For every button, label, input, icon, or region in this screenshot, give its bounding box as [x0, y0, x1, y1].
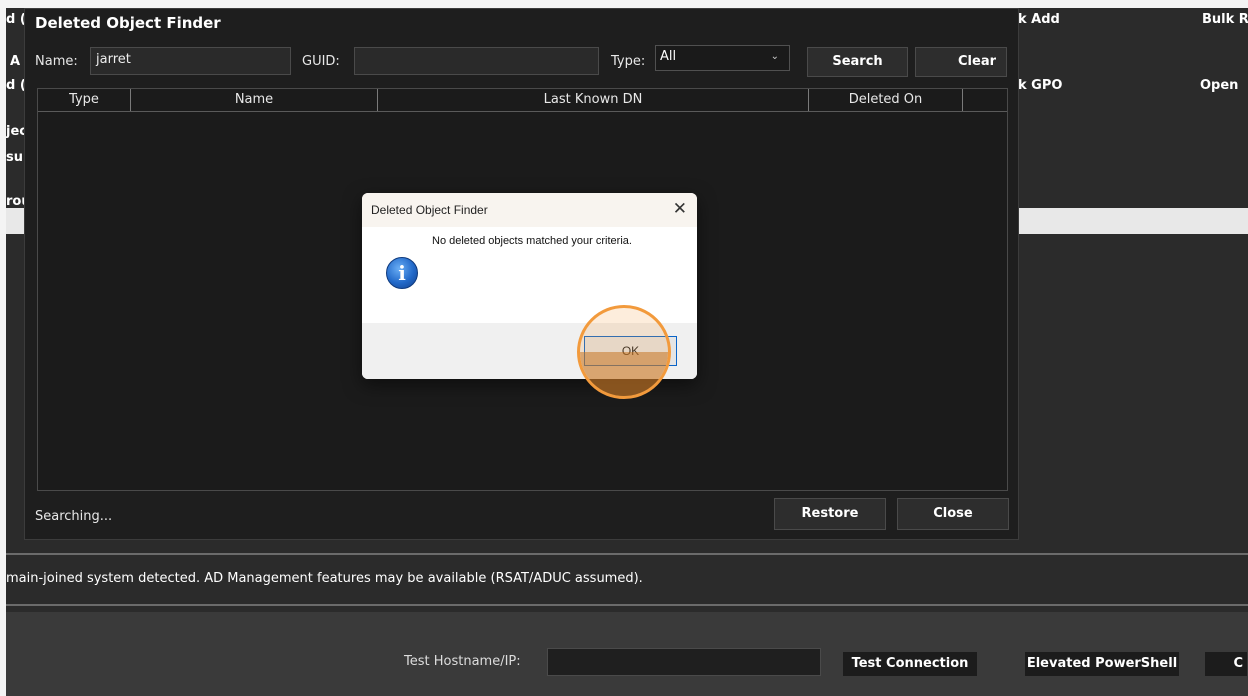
message-text: No deleted objects matched your criteria… — [432, 235, 632, 247]
close-icon[interactable]: ✕ — [673, 199, 687, 219]
bg-panel-left — [6, 208, 26, 234]
message-box-title: Deleted Object Finder — [362, 193, 697, 227]
chevron-down-icon: ⌄ — [770, 51, 779, 62]
open-label[interactable]: Open — [1200, 78, 1238, 93]
dialog-title: Deleted Object Finder — [35, 14, 221, 32]
search-button[interactable]: Search — [807, 47, 908, 77]
elevated-powershell-button[interactable]: Elevated PowerShell — [1024, 651, 1180, 677]
name-label: Name: — [35, 54, 78, 69]
bg-panel-right — [1018, 208, 1248, 234]
name-input[interactable]: jarret — [90, 47, 291, 75]
click-highlight-ring — [577, 305, 671, 399]
bulk-add-label[interactable]: k Add — [1018, 12, 1060, 27]
column-header-last-known-dn[interactable]: Last Known DN — [378, 89, 809, 111]
column-header-name[interactable]: Name — [131, 89, 378, 111]
separator — [6, 604, 1248, 606]
clear-button[interactable]: Clear — [915, 47, 1007, 77]
search-status: Searching... — [35, 509, 113, 524]
separator — [6, 553, 1248, 555]
bg-fragment-2: A — [10, 54, 21, 69]
guid-label: GUID: — [302, 54, 340, 69]
type-select-value: All — [660, 49, 677, 64]
restore-button[interactable]: Restore — [774, 498, 886, 530]
bulk-r-label[interactable]: Bulk R — [1202, 12, 1248, 27]
grid-header: Type Name Last Known DN Deleted On — [38, 89, 1007, 112]
type-select[interactable]: All ⌄ — [655, 45, 790, 71]
type-label: Type: — [611, 54, 646, 69]
close-button[interactable]: Close — [897, 498, 1009, 530]
test-hostname-label: Test Hostname/IP: — [404, 654, 521, 669]
guid-input[interactable] — [354, 47, 599, 75]
column-header-type[interactable]: Type — [38, 89, 131, 111]
bulk-gpo-label[interactable]: k GPO — [1018, 78, 1062, 93]
status-message: main-joined system detected. AD Manageme… — [6, 571, 643, 586]
clipped-button[interactable]: C — [1204, 651, 1248, 677]
column-header-deleted-on[interactable]: Deleted On — [809, 89, 963, 111]
test-connection-button[interactable]: Test Connection — [842, 651, 978, 677]
bg-fragment-3: d ( — [6, 78, 26, 93]
bg-fragment-1: d ( — [6, 12, 26, 27]
test-hostname-input[interactable] — [547, 648, 821, 676]
info-icon: i — [386, 257, 418, 289]
